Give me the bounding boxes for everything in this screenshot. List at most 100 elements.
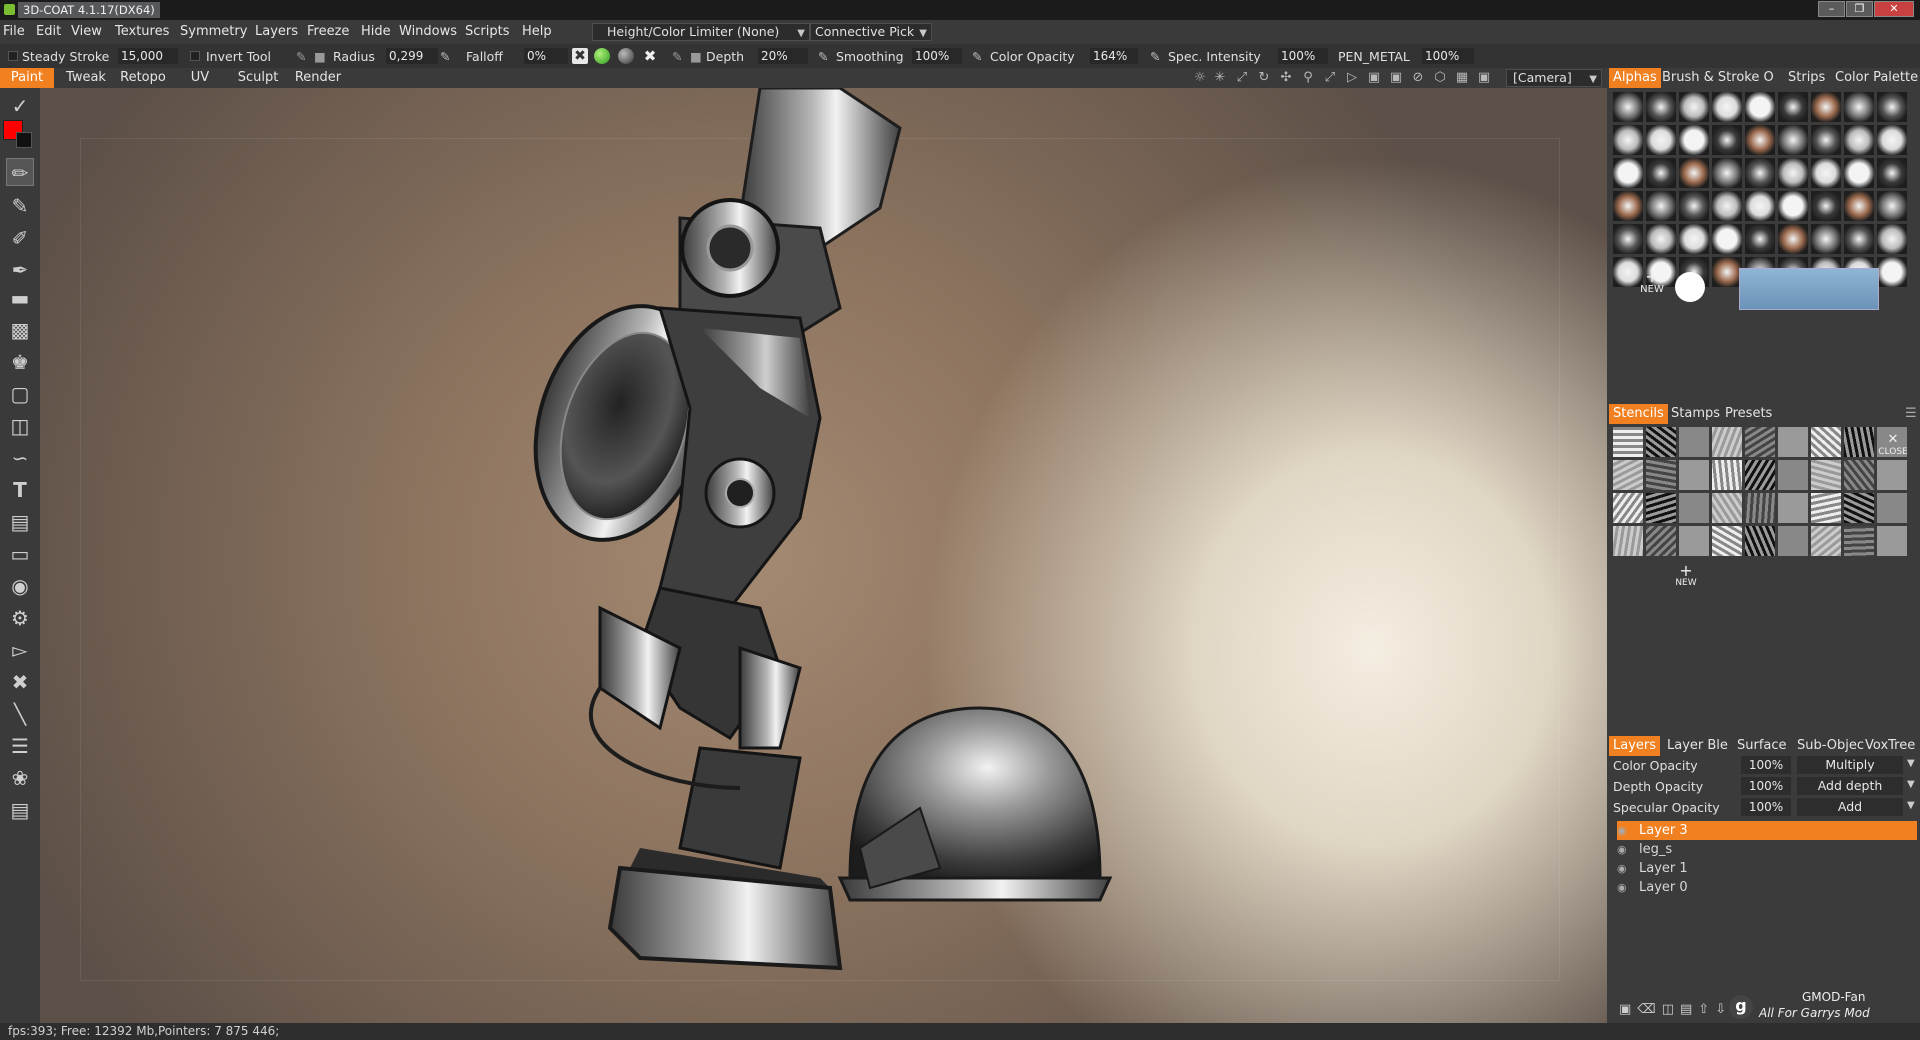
stencil-thumbnail[interactable] xyxy=(1877,493,1907,523)
alpha-thumbnail[interactable] xyxy=(1778,92,1808,122)
layer-row[interactable]: ◉ leg_s xyxy=(1617,840,1917,859)
panel-menu-icon[interactable]: ☰ xyxy=(1905,404,1917,424)
play-icon[interactable]: ▷ xyxy=(1344,71,1360,85)
secondary-color-swatch[interactable] xyxy=(16,132,32,148)
alpha-thumbnail[interactable] xyxy=(1844,92,1874,122)
stencil-thumbnail[interactable] xyxy=(1811,526,1841,556)
brush-tool-icon[interactable]: ✓ xyxy=(6,92,34,120)
stencil-thumbnail[interactable] xyxy=(1613,493,1643,523)
layer-row[interactable]: ◉ Layer 3 xyxy=(1617,821,1917,840)
menu-windows[interactable]: Windows xyxy=(399,24,457,39)
stencil-thumbnail[interactable] xyxy=(1712,460,1742,490)
alpha-thumbnail[interactable] xyxy=(1745,191,1775,221)
tab-brush-stroke[interactable]: Brush & Stroke O xyxy=(1662,68,1774,88)
tab-layers[interactable]: Layers xyxy=(1609,736,1661,756)
alpha-thumbnail[interactable] xyxy=(1745,224,1775,254)
cube-icon[interactable]: ⬡ xyxy=(1432,71,1448,85)
color-opacity-prop-value[interactable]: 100% xyxy=(1741,756,1791,774)
eye-tool-icon[interactable]: ◉ xyxy=(6,572,34,600)
alpha-popup-preview[interactable] xyxy=(1739,268,1879,310)
cross-tool-icon[interactable]: ✖ xyxy=(572,48,588,64)
room-tab-uv[interactable]: UV xyxy=(180,68,220,88)
stencil-thumbnail[interactable] xyxy=(1646,526,1676,556)
tab-sub-objects[interactable]: Sub-Objec xyxy=(1797,736,1864,756)
alpha-thumbnail[interactable] xyxy=(1811,125,1841,155)
menu-file[interactable]: File xyxy=(3,24,25,39)
tab-stencils[interactable]: Stencils xyxy=(1609,404,1668,424)
layer-row[interactable]: ◉ Layer 0 xyxy=(1617,878,1917,897)
layer-stack-icon[interactable]: ☰ xyxy=(6,732,34,760)
ruler-icon[interactable]: ▤ xyxy=(6,796,34,824)
invert-tool-checkbox[interactable] xyxy=(190,51,200,61)
alpha-thumbnail[interactable] xyxy=(1613,191,1643,221)
alpha-thumbnail[interactable] xyxy=(1844,224,1874,254)
alpha-thumbnail[interactable] xyxy=(1877,191,1907,221)
minimize-button[interactable]: – xyxy=(1818,1,1845,17)
room-tab-sculpt[interactable]: Sculpt xyxy=(232,68,284,88)
menu-layers[interactable]: Layers xyxy=(255,24,298,39)
smoothing-pen-icon[interactable]: ✎ xyxy=(818,49,828,64)
tab-strips[interactable]: Strips xyxy=(1788,68,1825,88)
menu-textures[interactable]: Textures xyxy=(115,24,169,39)
frame-pen-icon[interactable]: ▣ xyxy=(1388,71,1404,85)
stencil-thumbnail[interactable] xyxy=(1778,493,1808,523)
copy-layer-icon[interactable]: ◫ xyxy=(1662,1002,1680,1017)
tag-icon[interactable]: ▻ xyxy=(6,636,34,664)
radius-value[interactable]: 0,299 xyxy=(386,48,438,64)
alpha-thumbnail[interactable] xyxy=(1877,224,1907,254)
spray-icon[interactable]: ▩ xyxy=(6,316,34,344)
stencil-thumbnail[interactable] xyxy=(1679,460,1709,490)
alpha-thumbnail[interactable] xyxy=(1679,92,1709,122)
screenshot-icon[interactable]: ▣ xyxy=(1476,71,1492,85)
depth-opacity-prop-value[interactable]: 100% xyxy=(1741,777,1791,795)
current-alpha-preview[interactable] xyxy=(1675,272,1705,302)
alpha-thumbnail[interactable] xyxy=(1712,257,1742,287)
close-button[interactable]: ✕ xyxy=(1874,1,1914,17)
stamp-icon[interactable]: ♚ xyxy=(6,348,34,376)
zoom-icon[interactable]: ⚲ xyxy=(1300,71,1316,85)
tab-stamps[interactable]: Stamps xyxy=(1671,404,1720,424)
eraser-icon[interactable]: ▭ xyxy=(6,540,34,568)
fit-icon[interactable]: ⤢ xyxy=(1322,71,1338,85)
tab-alphas[interactable]: Alphas xyxy=(1609,68,1661,88)
menu-freeze[interactable]: Freeze xyxy=(307,24,349,39)
menu-scripts[interactable]: Scripts xyxy=(465,24,509,39)
alpha-thumbnail[interactable] xyxy=(1646,158,1676,188)
chevron-down-icon[interactable]: ▼ xyxy=(1907,800,1915,811)
stencil-thumbnail[interactable] xyxy=(1712,493,1742,523)
move-up-icon[interactable]: ⇧ xyxy=(1698,1002,1715,1017)
alpha-thumbnail[interactable] xyxy=(1712,92,1742,122)
delete-layer-icon[interactable]: ⌫ xyxy=(1637,1002,1661,1017)
stencil-thumbnail[interactable] xyxy=(1745,526,1775,556)
menu-edit[interactable]: Edit xyxy=(36,24,61,39)
specular-opacity-prop-value[interactable]: 100% xyxy=(1741,798,1791,816)
smoothing-value[interactable]: 100% xyxy=(912,48,962,64)
stencil-thumbnail[interactable] xyxy=(1712,526,1742,556)
stencil-thumbnail[interactable] xyxy=(1646,493,1676,523)
alpha-thumbnail[interactable] xyxy=(1877,125,1907,155)
stencil-thumbnail[interactable] xyxy=(1778,460,1808,490)
rotate-icon[interactable]: ↻ xyxy=(1256,71,1272,85)
stencil-thumbnail[interactable] xyxy=(1745,460,1775,490)
eye-icon[interactable]: ◉ xyxy=(1617,840,1631,859)
alpha-thumbnail[interactable] xyxy=(1613,125,1643,155)
spec-pen-icon[interactable]: ✎ xyxy=(1150,49,1160,64)
stencil-thumbnail[interactable] xyxy=(1712,427,1742,457)
room-tab-render[interactable]: Render xyxy=(292,68,344,88)
alpha-thumbnail[interactable] xyxy=(1745,125,1775,155)
alpha-thumbnail[interactable] xyxy=(1679,191,1709,221)
alpha-thumbnail[interactable] xyxy=(1844,125,1874,155)
pen-icon[interactable]: ✎ xyxy=(440,49,450,64)
alpha-thumbnail[interactable] xyxy=(1811,191,1841,221)
menu-symmetry[interactable]: Symmetry xyxy=(180,24,247,39)
pen-pressure-icon[interactable]: ✎ xyxy=(296,49,306,64)
expand-icon[interactable]: ⤢ xyxy=(1234,71,1250,85)
transform-icon[interactable]: ▤ xyxy=(6,508,34,536)
steady-stroke-checkbox[interactable] xyxy=(8,51,18,61)
alpha-thumbnail[interactable] xyxy=(1679,224,1709,254)
room-tab-tweak[interactable]: Tweak xyxy=(58,68,114,88)
picker-icon[interactable]: ✖ xyxy=(6,668,34,696)
steady-stroke-value[interactable]: 15,000 xyxy=(118,48,178,64)
alpha-thumbnail[interactable] xyxy=(1712,125,1742,155)
grid-icon[interactable]: ▦ xyxy=(1454,71,1470,85)
